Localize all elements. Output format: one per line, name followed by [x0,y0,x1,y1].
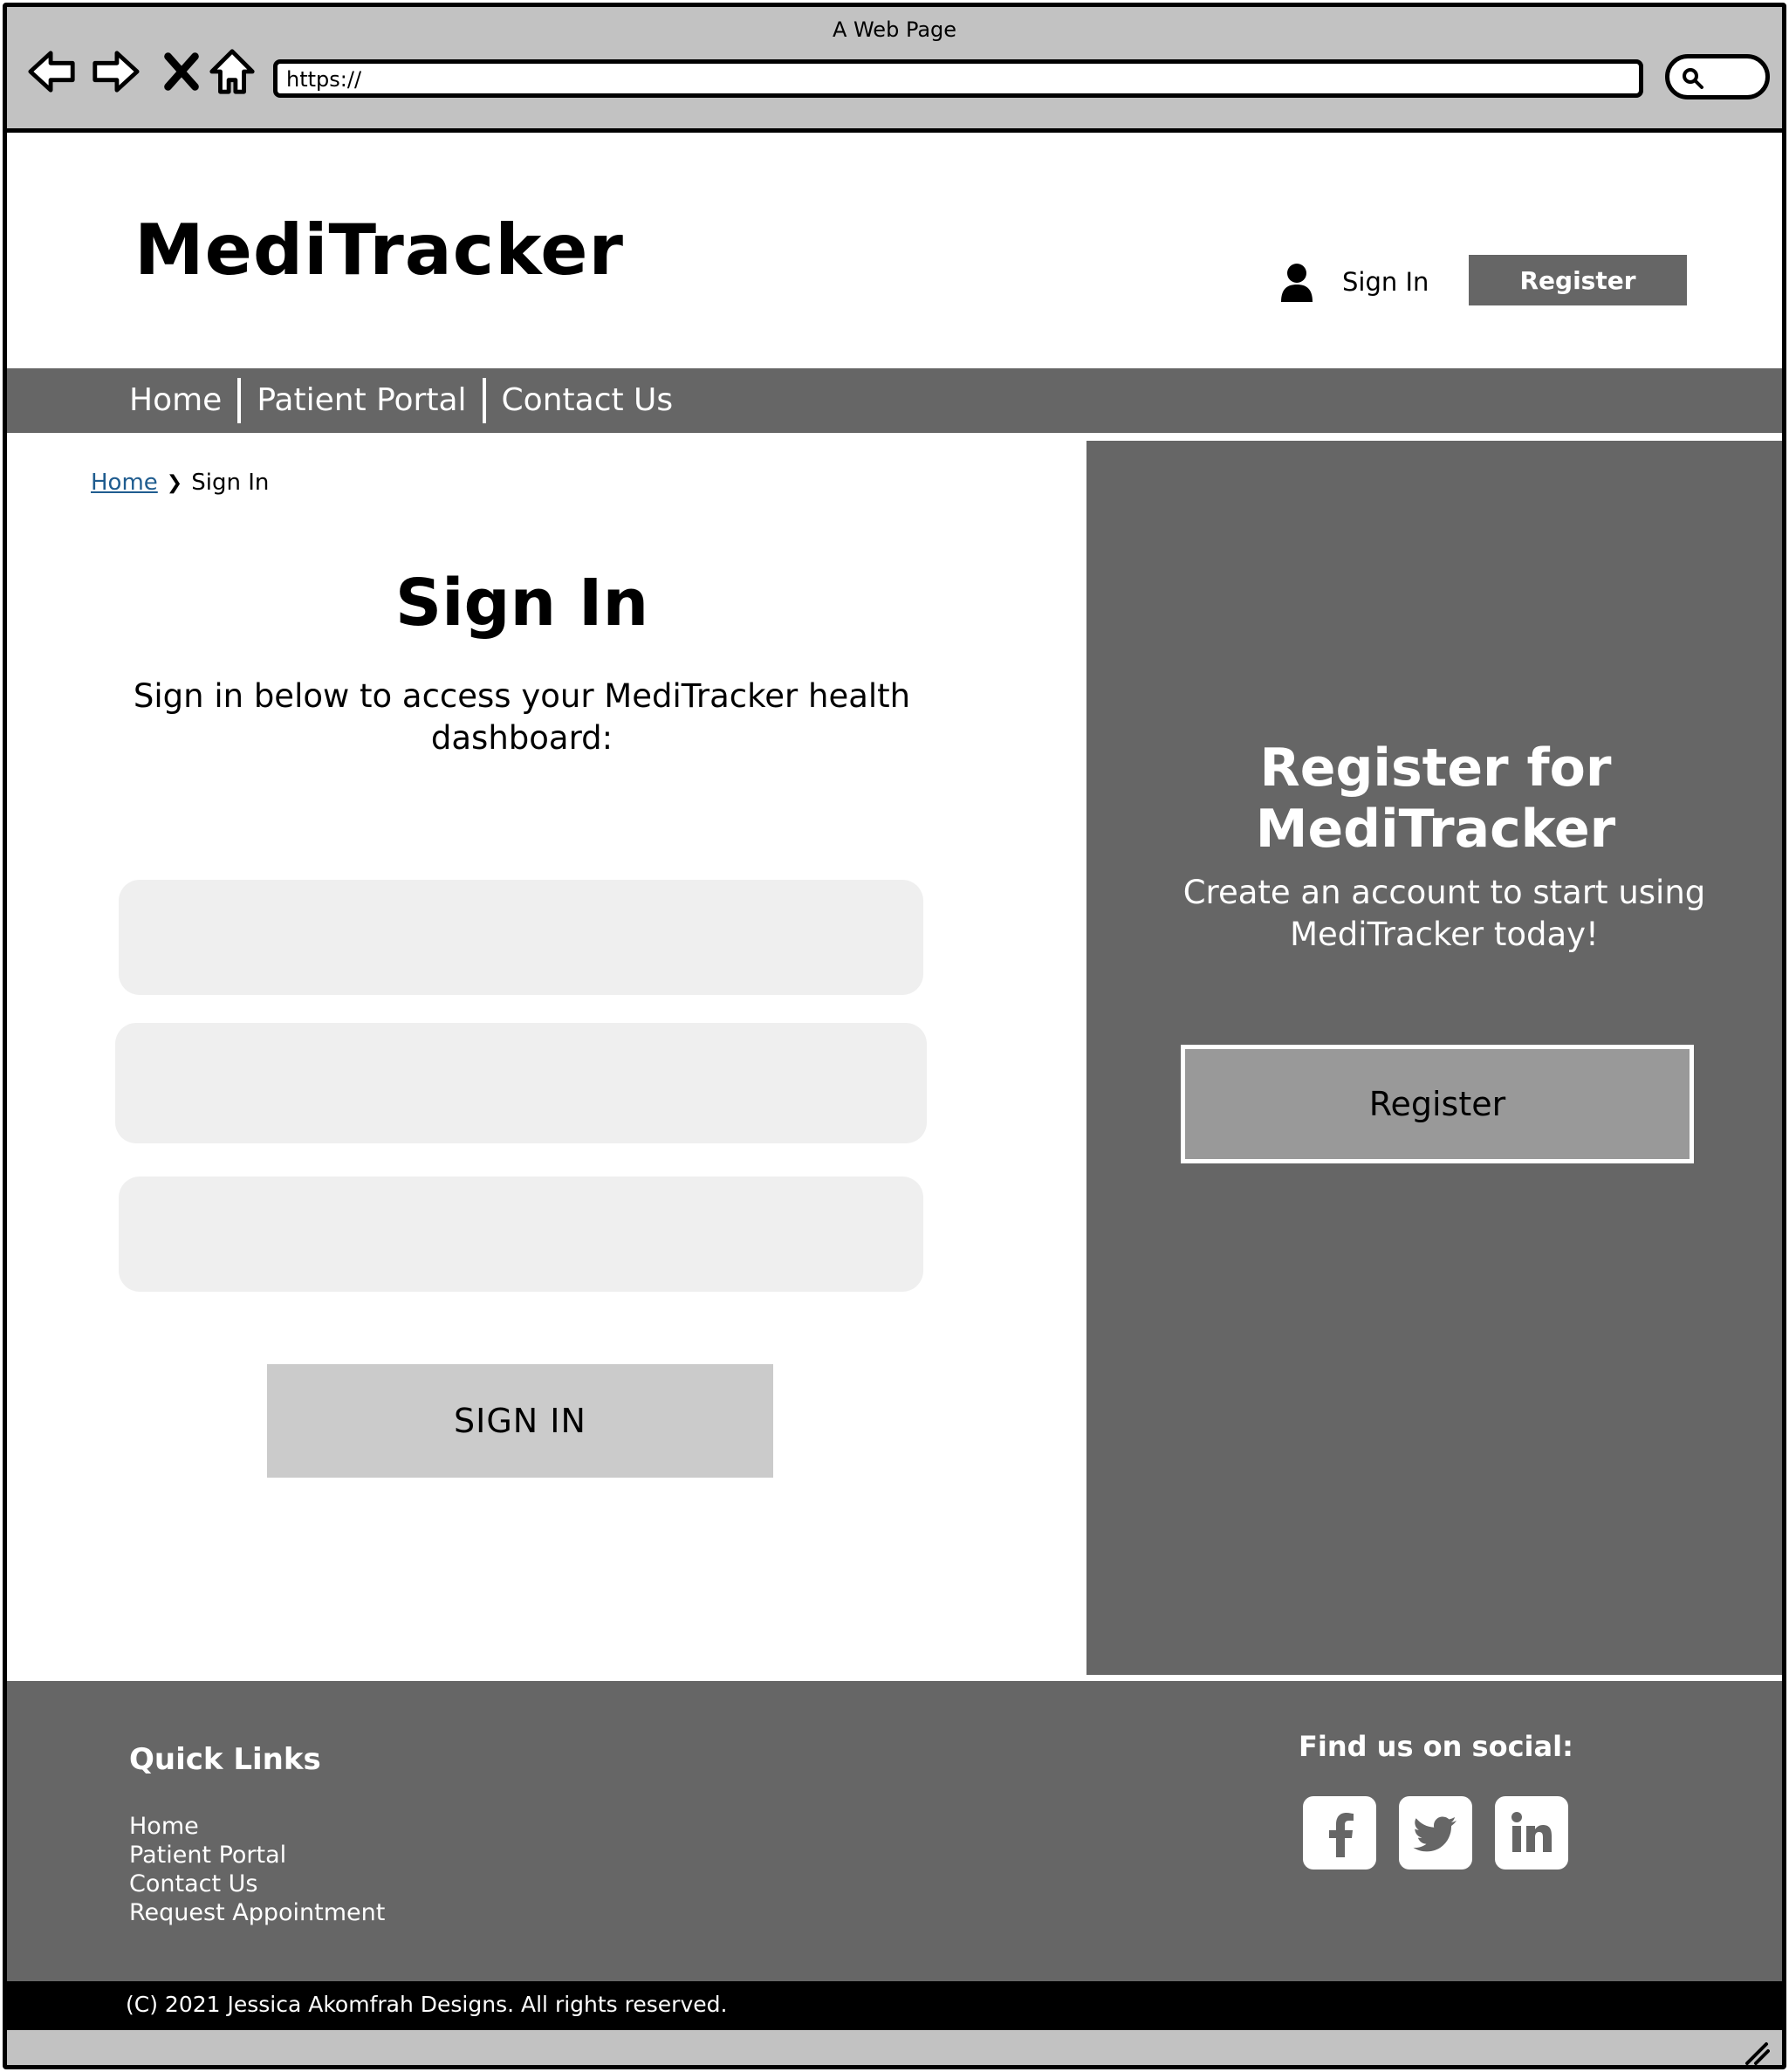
browser-window: A Web Page https:// MediTracker Sign In … [3,3,1786,2069]
register-button[interactable]: Register [1181,1045,1694,1163]
back-button[interactable] [26,45,79,98]
search-icon [1683,68,1703,89]
page-title: Sign In [394,566,649,641]
user-icon [1281,264,1313,302]
facebook-icon[interactable] [1303,1796,1376,1870]
footer-link-patient-portal[interactable]: Patient Portal [129,1841,385,1870]
site-footer: Quick Links Home Patient Portal Contact … [7,1681,1782,1981]
register-description: Create an account to start using MediTra… [1182,874,1706,953]
breadcrumb: Home ❯ Sign In [91,470,269,496]
footer-link-contact-us[interactable]: Contact Us [129,1870,385,1898]
browser-toolbar: A Web Page https:// [7,7,1782,133]
home-icon [209,49,255,94]
sign-in-button[interactable]: SIGN IN [267,1364,773,1478]
breadcrumb-home-link[interactable]: Home [91,470,158,496]
chevron-right-icon: ❯ [166,471,183,494]
register-panel: Register for MediTracker Create an accou… [1082,436,1782,1679]
username-field[interactable] [119,880,923,995]
quick-links-list: Home Patient Portal Contact Us Request A… [129,1812,385,1927]
twitter-icon[interactable] [1399,1796,1472,1870]
browser-search[interactable] [1665,54,1770,99]
resize-grip-icon[interactable] [1744,2039,1770,2065]
main-nav: Home Patient Portal Contact Us [7,368,1782,433]
footer-link-home[interactable]: Home [129,1812,385,1841]
forward-button[interactable] [89,45,141,98]
home-button[interactable] [206,45,258,98]
nav-item-contact-us[interactable]: Contact Us [486,378,689,423]
signin-description: Sign in below to access your MediTracker… [133,677,911,757]
social-links [1303,1796,1568,1870]
close-icon [164,52,199,91]
register-title: Register for MediTracker [1255,738,1616,860]
site-logo[interactable]: MediTracker [134,209,624,291]
window-title: A Web Page [832,17,957,42]
linkedin-icon[interactable] [1495,1796,1568,1870]
arrow-left-icon [28,51,75,93]
quick-links-title: Quick Links [129,1742,321,1777]
url-bar[interactable]: https:// [273,59,1643,98]
stop-button[interactable] [155,45,208,98]
social-title: Find us on social: [1299,1730,1573,1763]
header-sign-in-link[interactable]: Sign In [1342,267,1429,297]
email-field[interactable] [115,1023,927,1143]
footer-link-request-appointment[interactable]: Request Appointment [129,1898,385,1927]
nav-item-home[interactable]: Home [129,378,237,423]
copyright-bar: (C) 2021 Jessica Akomfrah Designs. All r… [7,1981,1782,2027]
password-field[interactable] [119,1177,923,1292]
header-register-button[interactable]: Register [1469,255,1687,305]
nav-item-patient-portal[interactable]: Patient Portal [241,378,482,423]
breadcrumb-current: Sign In [191,470,270,496]
arrow-right-icon [93,51,140,93]
browser-status-bar [7,2027,1782,2065]
